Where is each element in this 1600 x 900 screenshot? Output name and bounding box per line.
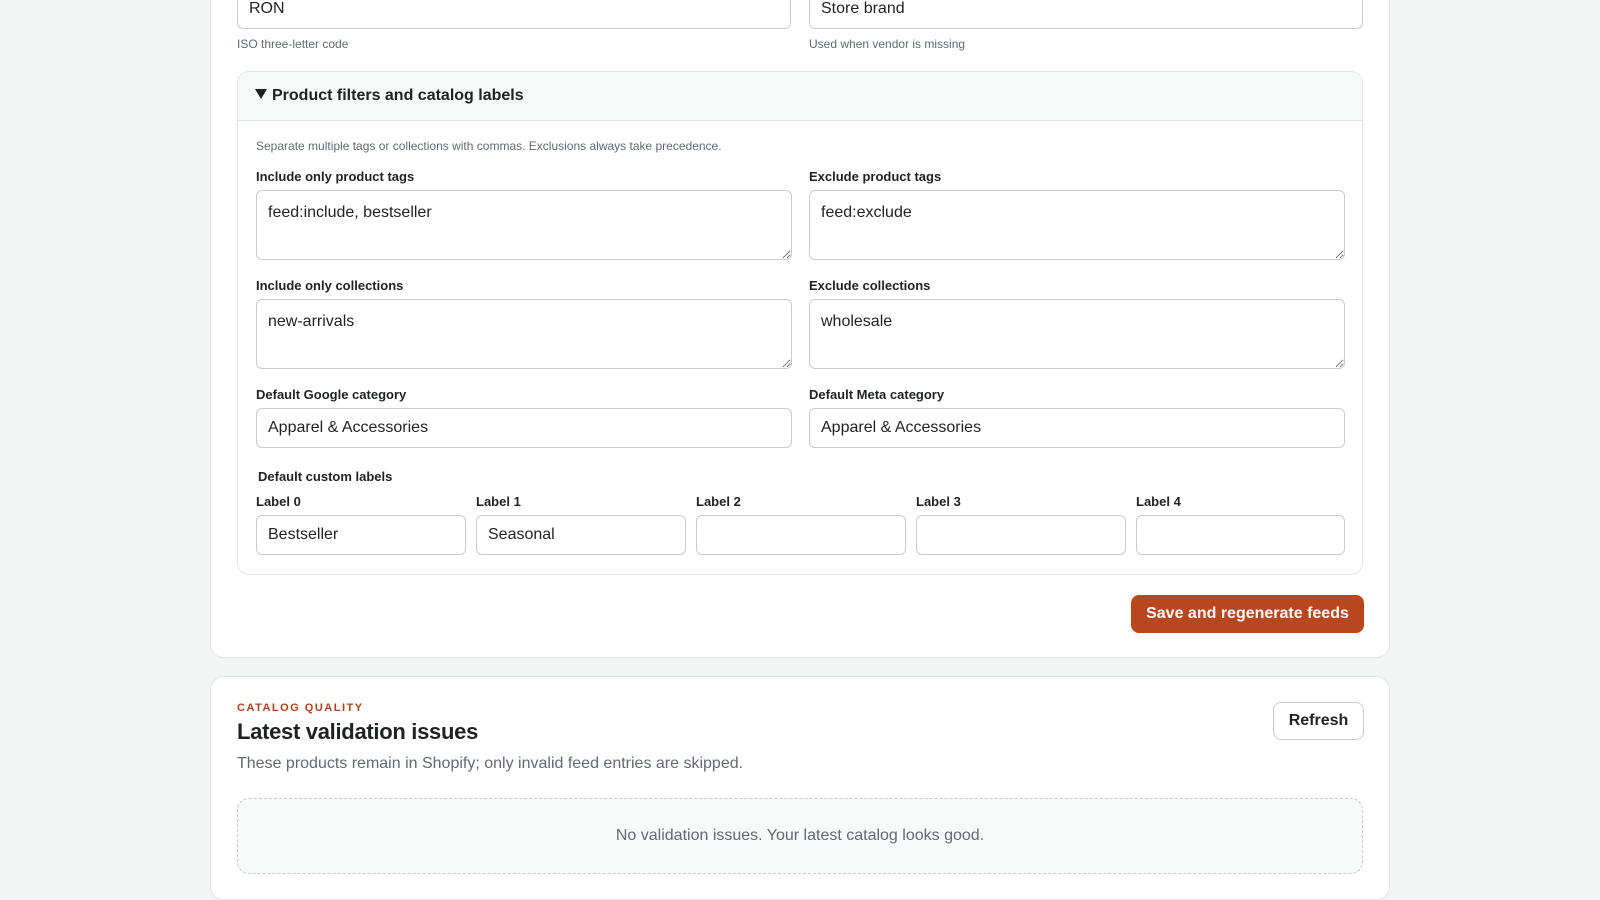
product-filters-title: Product filters and catalog labels <box>272 87 524 104</box>
custom-label-1-input[interactable] <box>476 515 686 555</box>
empty-state-message: No validation issues. Your latest catalo… <box>615 827 985 844</box>
validation-empty-state: No validation issues. Your latest catalo… <box>237 798 1363 874</box>
refresh-button[interactable]: Refresh <box>1273 702 1364 740</box>
google-category-input[interactable] <box>256 408 792 448</box>
custom-label-2-label: Label 2 <box>696 494 741 509</box>
validation-issues-description: These products remain in Shopify; only i… <box>237 755 744 772</box>
exclude-tags-textarea[interactable]: feed:exclude <box>809 190 1345 260</box>
meta-category-input[interactable] <box>809 408 1345 448</box>
save-and-regenerate-button[interactable]: Save and regenerate feeds <box>1131 595 1364 633</box>
include-collections-label: Include only collections <box>256 278 404 293</box>
currency-input[interactable] <box>237 0 791 29</box>
product-filters-panel: Product filters and catalog labels Separ… <box>237 71 1363 575</box>
custom-label-0-label: Label 0 <box>256 494 301 509</box>
custom-labels-title: Default custom labels <box>258 469 393 484</box>
brand-input[interactable] <box>809 0 1363 29</box>
filters-help-text: Separate multiple tags or collections wi… <box>256 139 722 153</box>
exclude-tags-label: Exclude product tags <box>809 169 942 184</box>
caret-down-icon <box>255 89 267 99</box>
feed-settings-card: ISO three-letter code Used when vendor i… <box>210 0 1390 658</box>
currency-hint: ISO three-letter code <box>237 37 349 51</box>
catalog-quality-eyebrow: CATALOG QUALITY <box>237 702 364 714</box>
custom-label-2-input[interactable] <box>696 515 906 555</box>
exclude-collections-label: Exclude collections <box>809 278 931 293</box>
custom-label-3-label: Label 3 <box>916 494 961 509</box>
validation-issues-title: Latest validation issues <box>237 719 478 744</box>
include-collections-textarea[interactable]: new-arrivals <box>256 299 792 369</box>
include-tags-textarea[interactable]: feed:include, bestseller <box>256 190 792 260</box>
exclude-collections-textarea[interactable]: wholesale <box>809 299 1345 369</box>
custom-label-0-input[interactable] <box>256 515 466 555</box>
catalog-quality-card: CATALOG QUALITY Latest validation issues… <box>210 676 1390 900</box>
custom-label-3-input[interactable] <box>916 515 1126 555</box>
brand-hint: Used when vendor is missing <box>809 37 966 51</box>
custom-label-4-label: Label 4 <box>1136 494 1181 509</box>
product-filters-toggle[interactable]: Product filters and catalog labels <box>238 72 1362 121</box>
include-tags-label: Include only product tags <box>256 169 415 184</box>
meta-category-label: Default Meta category <box>809 387 945 402</box>
custom-label-1-label: Label 1 <box>476 494 521 509</box>
google-category-label: Default Google category <box>256 387 407 402</box>
custom-label-4-input[interactable] <box>1136 515 1345 555</box>
